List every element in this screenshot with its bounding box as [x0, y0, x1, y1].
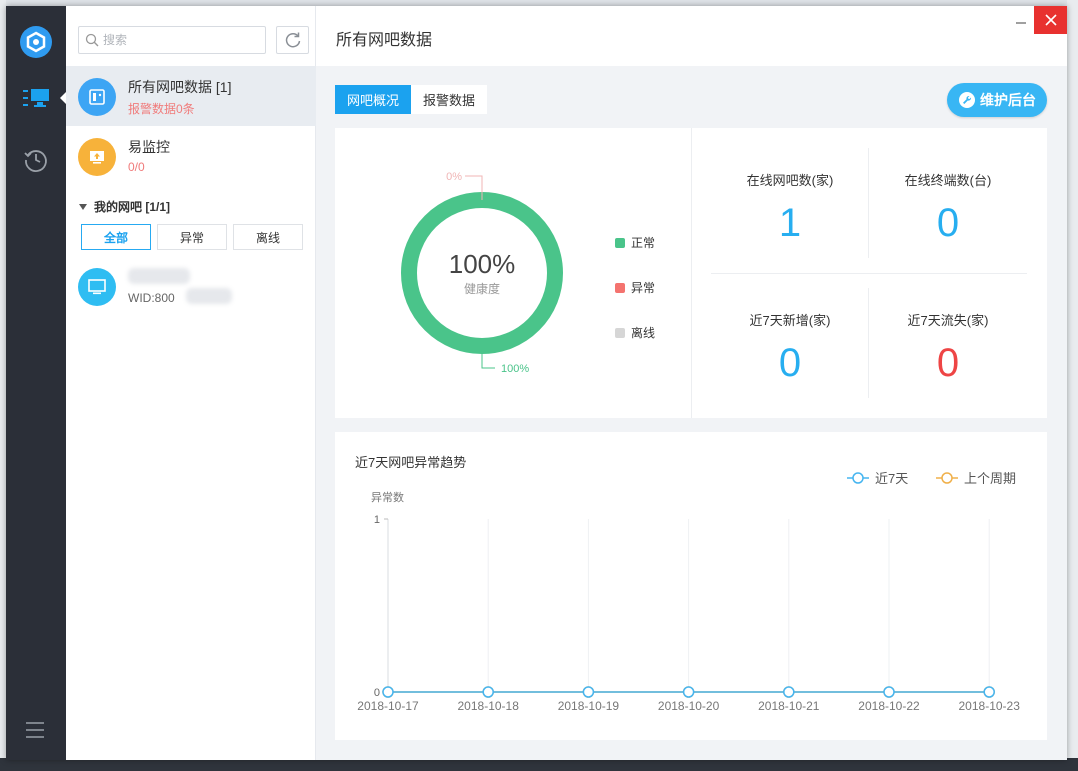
close-icon: [1045, 14, 1057, 26]
list-item-all-netbars[interactable]: 所有网吧数据 [1] 报警数据0条: [66, 66, 316, 126]
stat-online-netbars: 在线网吧数(家) 1: [711, 170, 869, 246]
legend-label: 离线: [631, 326, 656, 340]
computer-icon: [78, 268, 116, 306]
content-tabs: 网吧概况 报警数据: [335, 85, 488, 114]
tab-alarm-data[interactable]: 报警数据: [411, 85, 488, 114]
list-item-subtitle: 0/0: [128, 160, 145, 174]
legend-label: 正常: [631, 236, 656, 250]
group-label: 我的网吧 [1/1]: [94, 200, 171, 214]
app-logo-icon: [20, 26, 52, 58]
y-tick-label: 0: [374, 687, 380, 699]
legend-offline: 离线: [615, 324, 655, 341]
legend-marker: [852, 472, 864, 484]
redacted-wid: [186, 288, 232, 304]
desktop-background-right: [1067, 0, 1078, 771]
caret-down-icon: [79, 203, 87, 210]
tab-overview[interactable]: 网吧概况: [335, 85, 412, 114]
series-point: [783, 686, 795, 698]
main-header: 所有网吧数据: [316, 6, 1067, 66]
x-tick-label: 2018-10-17: [357, 699, 419, 713]
legend-swatch: [615, 237, 625, 248]
y-tick-label: 1: [374, 514, 380, 526]
close-button[interactable]: [1034, 6, 1067, 34]
search-input[interactable]: [103, 33, 253, 47]
x-tick-label: 2018-10-22: [858, 699, 920, 713]
donut-top-label: 0%: [446, 171, 462, 183]
stat-online-terminals: 在线终端数(台) 0: [869, 170, 1027, 246]
overview-card: 0% 100% 100% 健康度 正常 异常 离线 在线网吧数(家) 1 在线终…: [335, 128, 1047, 418]
legend-normal: 正常: [615, 234, 655, 251]
legend-swatch: [615, 282, 625, 293]
rail-nav-monitor-list[interactable]: [20, 82, 66, 114]
y-axis-label: 异常数: [371, 491, 404, 504]
stat-label: 在线终端数(台): [904, 173, 992, 188]
stat-label: 近7天新增(家): [749, 313, 831, 328]
trend-card: 近7天网吧异常趋势 异常数 0 1 2018-10-17 2018-10-18 2018-…: [335, 432, 1047, 740]
divider: [691, 128, 692, 418]
series-point: [582, 686, 595, 698]
stat-value: 1: [778, 201, 802, 245]
netbar-wid: WID:800: [128, 291, 175, 305]
rail-nav-history[interactable]: [20, 144, 52, 176]
trend-line-chart: 异常数 0 1 2018-10-17 2018-10-18 2018-10-19 2018-…: [357, 471, 1021, 713]
page-title: 所有网吧数据: [336, 32, 433, 49]
list-item-title: 易监控: [128, 139, 170, 155]
stat-value: 0: [936, 201, 960, 245]
history-icon: [24, 150, 47, 172]
divider: [711, 273, 1027, 274]
series-point: [983, 686, 995, 698]
donut-center-label: 健康度: [464, 281, 500, 296]
series-point: [482, 686, 494, 698]
server-icon: [78, 78, 116, 116]
stat-lost-7days: 近7天流失(家) 0: [869, 310, 1027, 386]
monitor-list-icon: [23, 89, 49, 107]
hamburger-menu-icon[interactable]: [22, 720, 50, 740]
app-window: 所有网吧数据 [1] 报警数据0条 易监控 0/0 我的网吧 [1/1] 全部 …: [6, 6, 1067, 760]
maintenance-backend-button[interactable]: 维护后台: [947, 83, 1047, 117]
stat-label: 在线网吧数(家): [746, 173, 834, 188]
upload-monitor-icon: [78, 138, 116, 176]
list-item-subtitle: 报警数据0条: [128, 102, 195, 116]
legend-abnormal: 异常: [615, 279, 655, 296]
refresh-icon: [285, 32, 300, 48]
x-tick-label: 2018-10-20: [658, 699, 720, 713]
series-point: [883, 686, 895, 698]
list-item-easy-monitor[interactable]: 易监控 0/0: [66, 126, 316, 186]
redacted-name: [128, 268, 190, 284]
stat-value: 0: [936, 341, 960, 385]
wrench-icon: [959, 92, 975, 108]
group-my-netbars[interactable]: 我的网吧 [1/1]: [78, 198, 170, 215]
maintenance-backend-label: 维护后台: [980, 92, 1036, 108]
legend-swatch: [615, 327, 625, 338]
minimize-button[interactable]: [1008, 8, 1034, 32]
search-icon: [85, 33, 99, 47]
health-legend: 正常 异常 离线: [615, 234, 655, 369]
legend-label: 近7天: [875, 471, 908, 486]
donut-center-value: 100%: [449, 249, 516, 279]
series-point: [682, 686, 695, 698]
series-point: [382, 686, 394, 698]
legend-label: 异常: [631, 281, 656, 295]
stat-label: 近7天流失(家): [907, 313, 989, 328]
legend-label: 上个周期: [964, 471, 1016, 486]
list-item-title: 所有网吧数据 [1]: [128, 79, 232, 95]
refresh-button[interactable]: [276, 26, 309, 54]
x-tick-label: 2018-10-21: [758, 699, 820, 713]
netbar-list-item[interactable]: WID:800: [78, 266, 308, 316]
search-box: [78, 26, 266, 54]
list-panel: 所有网吧数据 [1] 报警数据0条 易监控 0/0 我的网吧 [1/1] 全部 …: [66, 6, 316, 760]
legend-marker: [941, 472, 953, 484]
filter-offline[interactable]: 离线: [233, 224, 303, 250]
x-tick-label: 2018-10-18: [458, 699, 520, 713]
x-tick-label: 2018-10-23: [959, 699, 1021, 713]
icon-rail: [6, 6, 66, 760]
stat-new-7days: 近7天新增(家) 0: [711, 310, 869, 386]
donut-bottom-label: 100%: [501, 363, 529, 375]
filter-abnormal[interactable]: 异常: [157, 224, 227, 250]
minimize-icon: [1016, 22, 1026, 24]
filter-all[interactable]: 全部: [81, 224, 151, 250]
filter-buttons: 全部 异常 离线: [81, 224, 303, 250]
x-tick-label: 2018-10-19: [558, 699, 620, 713]
stat-value: 0: [778, 341, 802, 385]
